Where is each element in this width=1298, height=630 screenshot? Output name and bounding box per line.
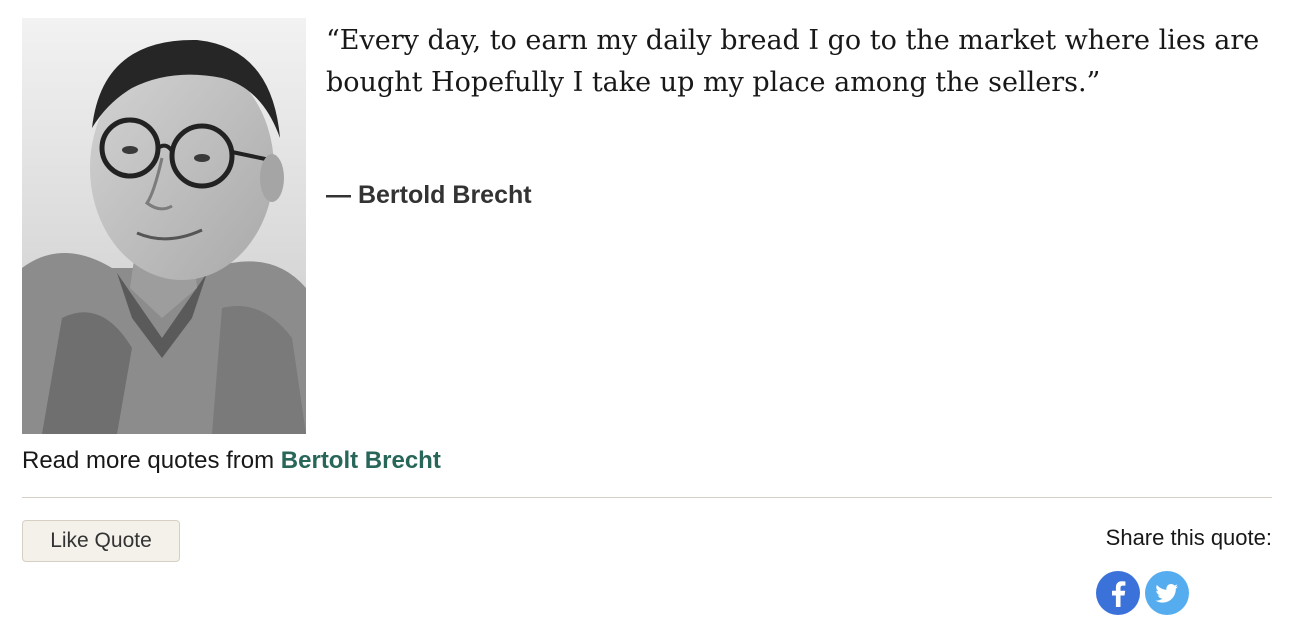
portrait-image [22,18,306,434]
like-quote-button[interactable]: Like Quote [22,520,180,562]
share-label: Share this quote: [1105,525,1272,550]
twitter-icon [1155,584,1178,603]
facebook-icon [1112,581,1126,607]
read-more-prefix: Read more quotes from [22,447,281,474]
twitter-share-button[interactable] [1145,571,1189,615]
author-portrait[interactable] [22,18,306,434]
quote-author: ― Bertold Brecht [326,181,532,209]
author-link[interactable]: Bertolt Brecht [281,447,441,474]
divider [22,497,1272,498]
facebook-share-button[interactable] [1096,571,1140,615]
quote-text: “Every day, to earn my daily bread I go … [326,25,1260,98]
read-more-line: Read more quotes from Bertolt Brecht [22,446,441,476]
share-icons [1096,571,1189,615]
